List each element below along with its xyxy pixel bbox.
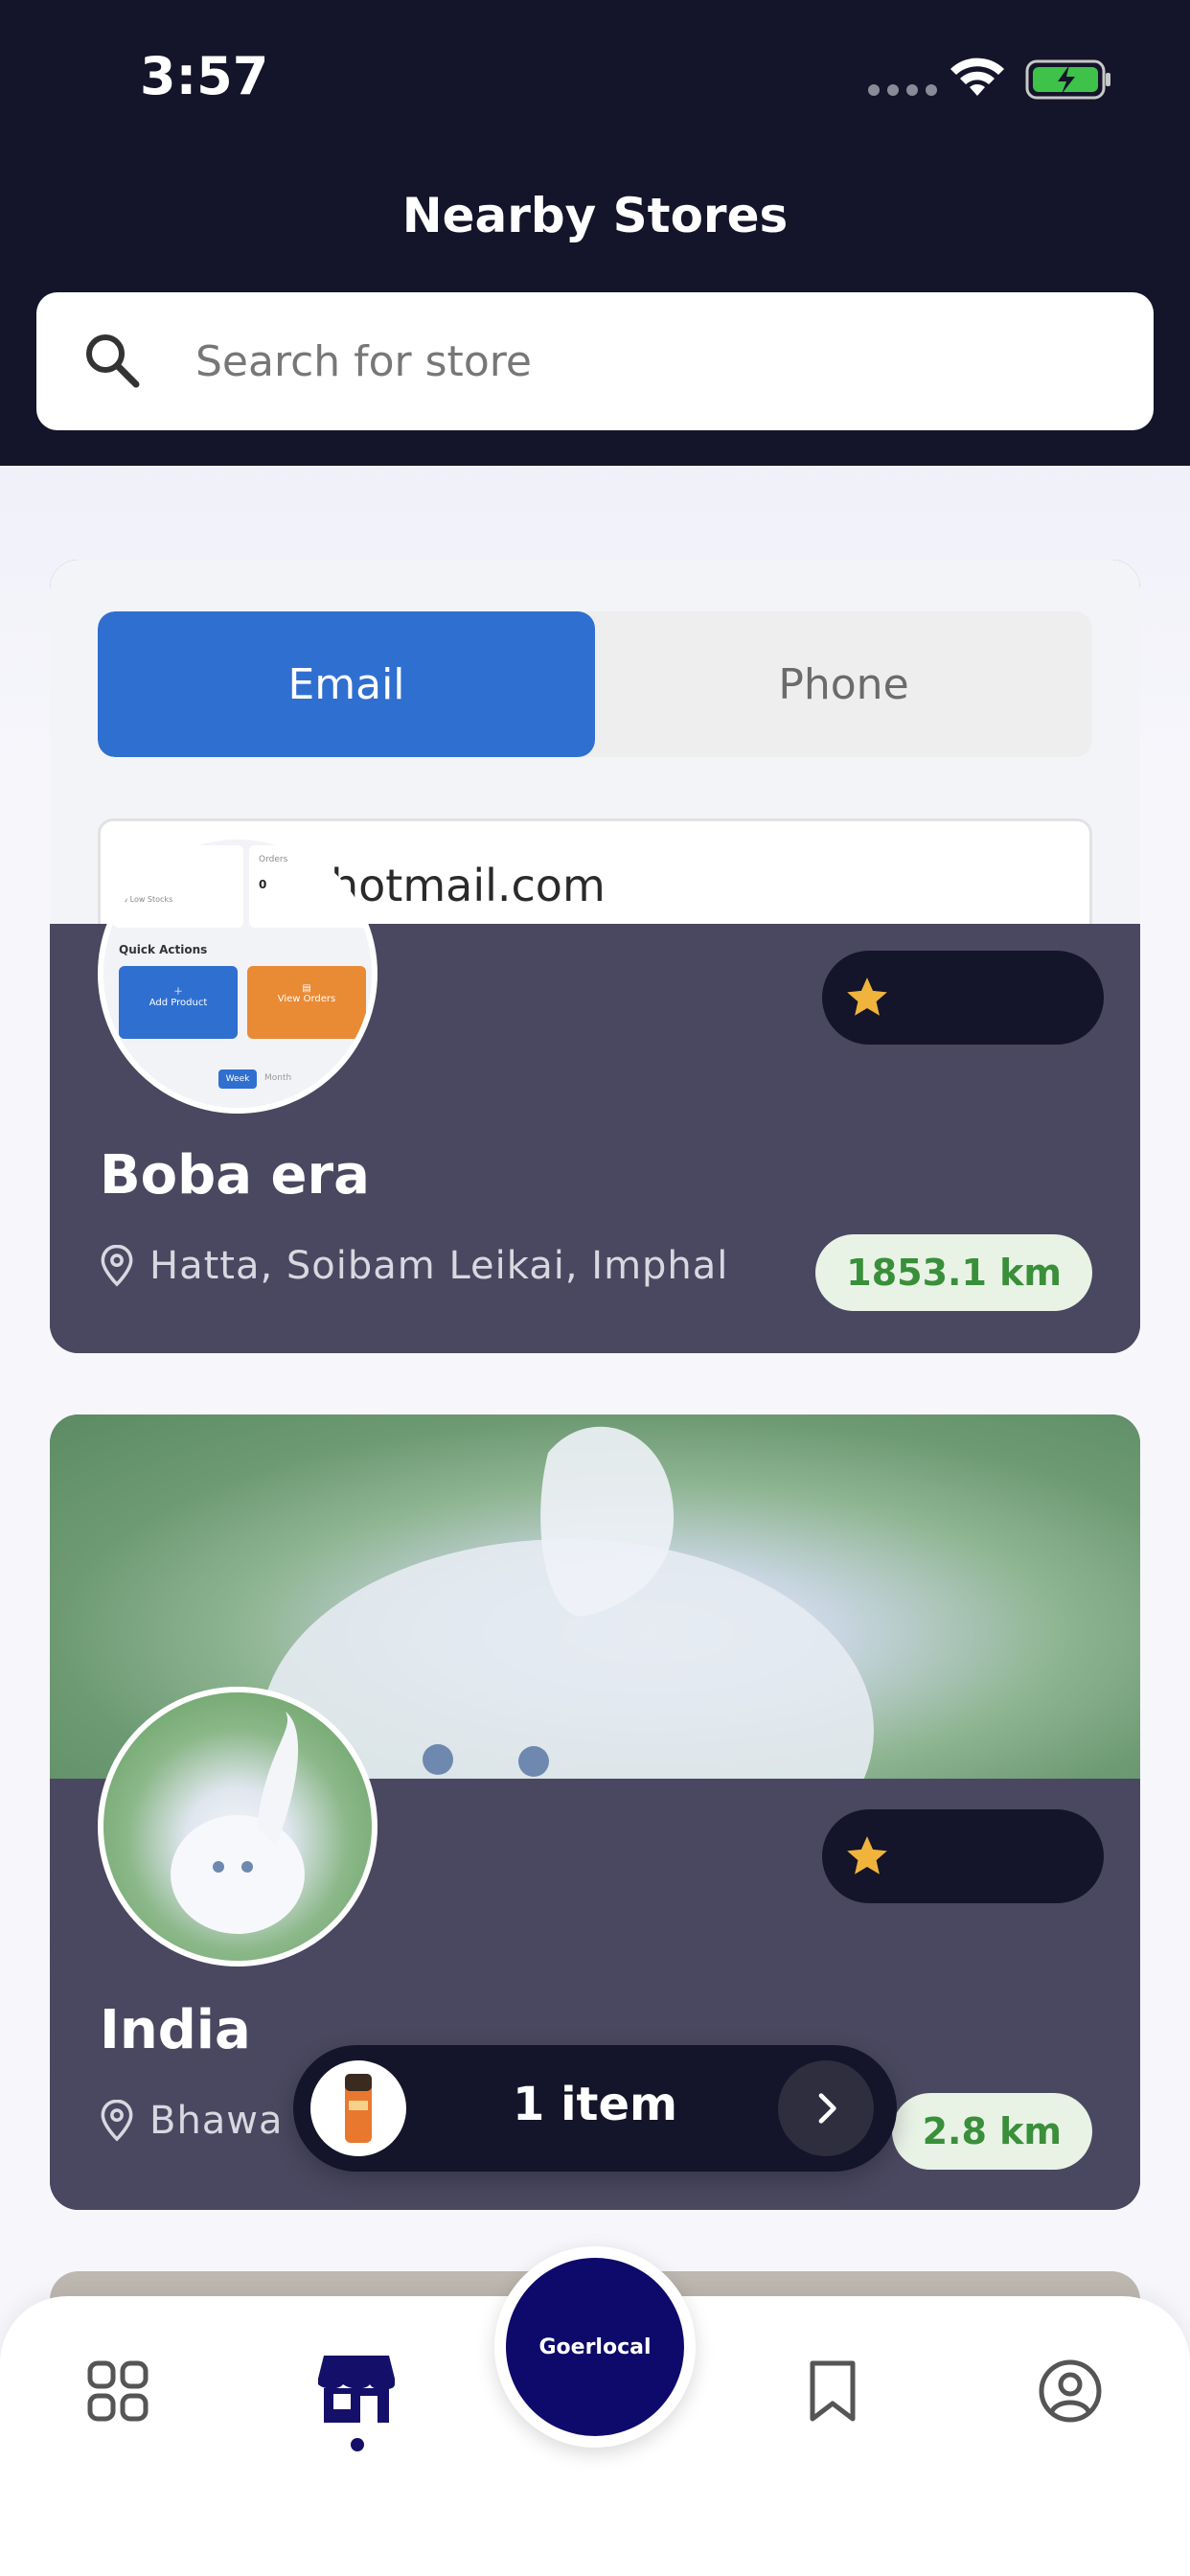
preview-quick-actions: Quick Actions — [119, 943, 208, 956]
login-segment-preview: Email Phone — [98, 611, 1092, 757]
store-icon[interactable] — [316, 2346, 397, 2426]
email-text: hotmail.com — [331, 860, 606, 911]
kitten-figure — [171, 1712, 305, 1934]
chevron-right-icon — [818, 2093, 836, 2124]
star-icon — [847, 978, 887, 1016]
bookmark-icon[interactable] — [799, 2358, 866, 2425]
store-avatar: Products 0 Low Stocks Orders 0 Quick Act… — [98, 834, 378, 1114]
store-name: Boba era — [100, 1144, 370, 1207]
preview-add-product-label: Add Product — [149, 998, 208, 1008]
store-card[interactable]: Email Phone hotmail.com Products 0 Low S… — [50, 560, 1140, 1353]
segment-phone: Phone — [778, 659, 909, 709]
preview-orders-value: 0 — [259, 878, 267, 891]
rating-pill — [822, 1809, 1104, 1903]
location-pin-icon — [101, 2100, 133, 2142]
cart-summary-button[interactable]: 1 item — [293, 2045, 897, 2172]
preview-week: Week — [218, 1070, 257, 1089]
distance-badge: 2.8 km — [891, 2093, 1092, 2170]
profile-icon[interactable] — [1037, 2358, 1104, 2425]
store-address-text: Hatta, Soibam Leikai, Imphal — [149, 1244, 729, 1288]
preview-view-orders-label: View Orders — [277, 994, 336, 1004]
status-time: 3:57 — [140, 46, 269, 106]
rating-pill — [822, 951, 1104, 1045]
preview-products-card: Products 0 Low Stocks — [113, 845, 243, 928]
grid-icon[interactable] — [84, 2358, 151, 2425]
cart-go-button[interactable] — [778, 2060, 874, 2156]
battery-charging-icon — [1025, 59, 1110, 100]
page-title: Nearby Stores — [401, 188, 789, 243]
preview-products-label: Products — [123, 855, 160, 864]
search-input[interactable] — [195, 325, 1058, 398]
store-address: Bhawa — [100, 2099, 284, 2143]
preview-orders-card: Orders 0 — [249, 845, 372, 928]
search-bar[interactable] — [36, 292, 1154, 430]
header: 3:57 Nearby Stores — [0, 0, 1190, 466]
preview-month: Month — [264, 1073, 292, 1083]
preview-add-product: ＋ Add Product — [119, 966, 238, 1039]
distance-badge: 1853.1 km — [815, 1234, 1092, 1311]
active-tab-indicator — [351, 2438, 364, 2451]
preview-view-orders: ▤ View Orders — [247, 966, 366, 1039]
store-address: Hatta, Soibam Leikai, Imphal — [100, 1244, 728, 1288]
dashboard-preview: Products 0 Low Stocks Orders 0 Quick Act… — [103, 840, 372, 1108]
home-logo-button[interactable]: Goerlocal — [494, 2246, 696, 2448]
search-icon — [86, 334, 140, 388]
brand-logo: Goerlocal — [506, 2258, 684, 2436]
cellular-signal-icon — [868, 84, 937, 96]
preview-orders-label: Orders — [259, 855, 288, 864]
store-avatar — [98, 1687, 378, 1966]
segment-email: Email — [98, 611, 595, 757]
star-icon — [847, 1836, 887, 1874]
location-pin-icon — [101, 1245, 133, 1287]
store-name: India — [100, 1999, 251, 2061]
store-address-text: Bhawa — [149, 2099, 284, 2143]
wifi-icon — [950, 58, 1004, 96]
preview-low-stocks: 0 Low Stocks — [123, 895, 173, 904]
